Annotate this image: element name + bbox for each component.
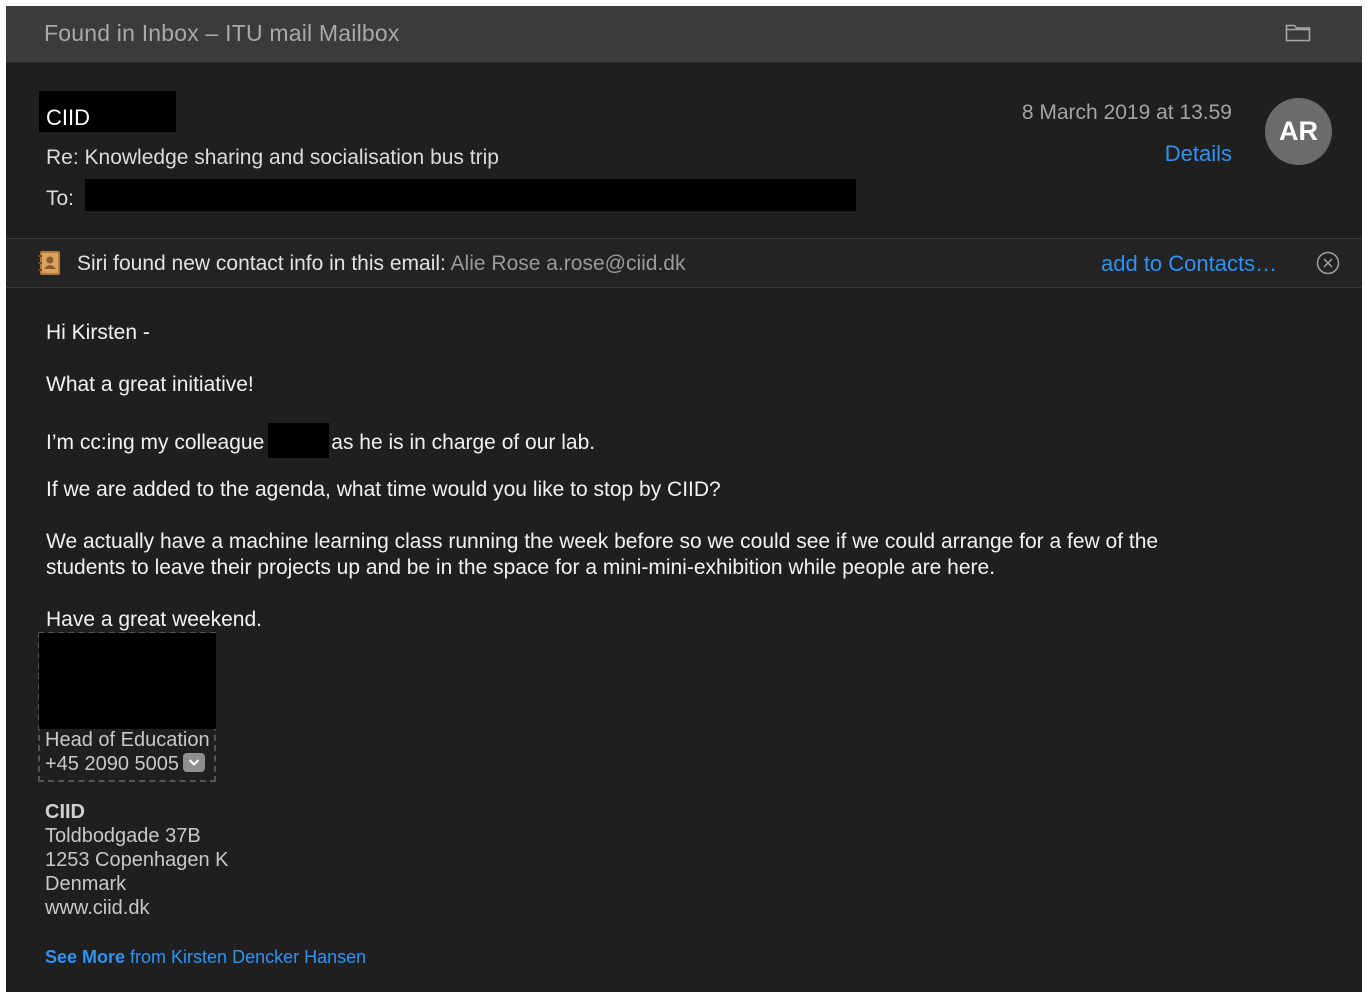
address-country: Denmark <box>45 873 127 895</box>
siri-prefix: Siri found new contact info in this emai… <box>77 252 446 275</box>
subject-line: Re: Knowledge sharing and socialisation … <box>46 146 499 169</box>
see-more-label: See More <box>45 947 126 967</box>
message-header: CIID Re: Knowledge sharing and socialisa… <box>6 63 1362 238</box>
avatar: AR <box>1265 98 1332 165</box>
chevron-down-icon[interactable] <box>183 753 206 773</box>
sender-name: CIID <box>46 105 90 130</box>
website-link[interactable]: www.ciid.dk <box>45 897 149 920</box>
siri-suggestion-banner: Siri found new contact info in this emai… <box>6 238 1362 288</box>
to-label: To: <box>46 187 75 210</box>
body-line-2: I’m cc:ing my colleague as he is in charg… <box>46 423 596 461</box>
body-line-2-after: as he is in charge of our lab. <box>331 431 596 455</box>
contacts-book-icon <box>38 251 60 275</box>
sign-off: Have a great weekend. <box>46 608 262 631</box>
title-bar: Found in Inbox – ITU mail Mailbox <box>6 6 1362 63</box>
greeting: Hi Kirsten - <box>46 321 150 344</box>
body-line-3: If we are added to the agenda, what time… <box>46 478 721 501</box>
mail-window: Found in Inbox – ITU mail Mailbox CIID R… <box>6 6 1362 992</box>
add-to-contacts-link[interactable]: add to Contacts… <box>1101 251 1277 277</box>
body-line-1: What a great initiative! <box>46 373 254 396</box>
colleague-redaction <box>268 423 330 458</box>
folder-icon[interactable] <box>1285 22 1311 42</box>
address-city: 1253 Copenhagen K <box>45 849 229 871</box>
signature-phone-row: +45 2090 5005 <box>45 753 206 776</box>
signature-role: Head of Education <box>45 729 210 751</box>
window-title: Found in Inbox – ITU mail Mailbox <box>44 20 400 46</box>
recipients-redaction <box>85 179 856 211</box>
siri-message: Siri found new contact info in this emai… <box>77 252 685 276</box>
body-line-2-before: I’m cc:ing my colleague <box>46 431 265 455</box>
see-more-from: from Kirsten Dencker Hansen <box>125 947 367 967</box>
message-date: 8 March 2019 at 13.59 <box>1021 101 1232 124</box>
address-street: Toldbodgade 37B <box>45 825 201 847</box>
address-org: CIID <box>45 801 85 823</box>
close-icon[interactable] <box>1316 251 1340 275</box>
details-link[interactable]: Details <box>1165 141 1232 167</box>
siri-contact: Alie Rose a.rose@ciid.dk <box>450 252 686 275</box>
signature-phone: +45 2090 5005 <box>45 753 180 775</box>
body-line-4b: students to leave their projects up and … <box>46 556 996 579</box>
see-more-link[interactable]: See More from Kirsten Dencker Hansen <box>45 947 366 968</box>
body-line-4a: We actually have a machine learning clas… <box>46 530 1159 553</box>
signature-name-redaction <box>39 633 216 729</box>
